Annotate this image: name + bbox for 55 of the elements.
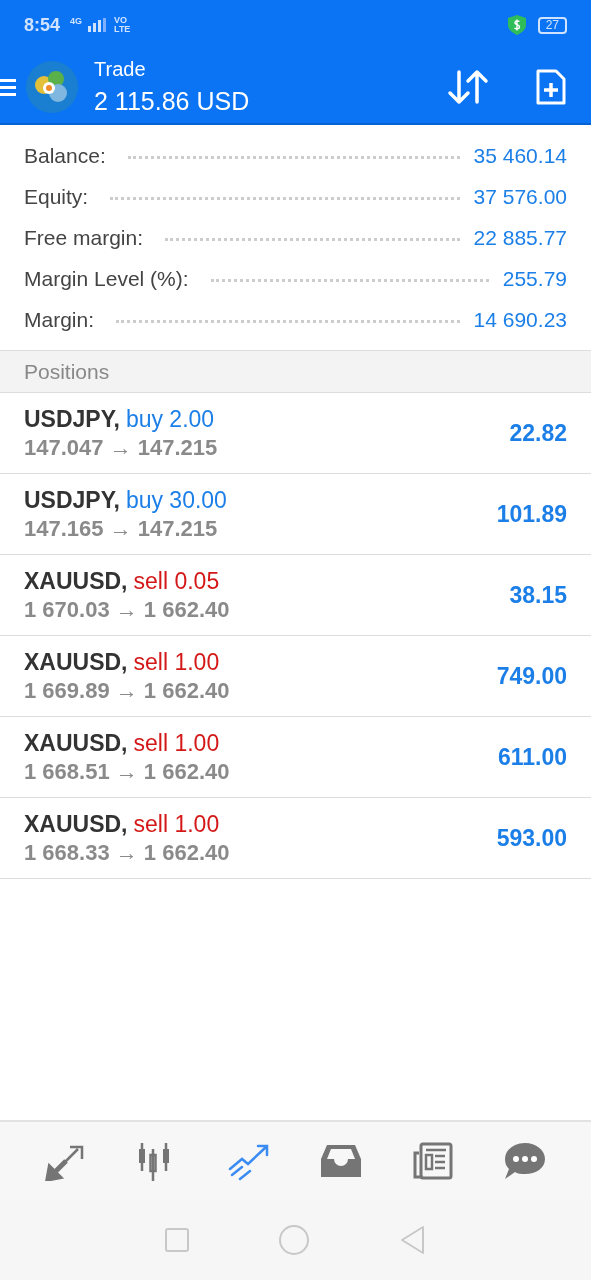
news-tab[interactable] bbox=[411, 1141, 456, 1181]
position-row[interactable]: XAUUSD, sell 1.00 1 669.89 → 1 662.40 749.00 bbox=[0, 636, 591, 717]
price-range: 1 668.33 → 1 662.40 bbox=[24, 839, 231, 866]
symbol: XAUUSD, bbox=[24, 567, 128, 595]
summary-label: Margin: bbox=[24, 307, 95, 332]
price-range: 1 669.89 → 1 662.40 bbox=[24, 677, 231, 704]
price-range: 1 668.51 → 1 662.40 bbox=[24, 758, 231, 785]
order-type: buy 2.00 bbox=[125, 405, 215, 433]
position-row[interactable]: XAUUSD, sell 1.00 1 668.51 → 1 662.40 611.00 bbox=[0, 717, 591, 798]
order-type: sell 1.00 bbox=[133, 648, 220, 676]
summary-value: 14 690.23 bbox=[473, 307, 567, 332]
summary-label: Balance: bbox=[24, 143, 106, 168]
profit-value: 611.00 bbox=[497, 743, 567, 771]
position-row[interactable]: XAUUSD, sell 0.05 1 670.03 → 1 662.40 38.15 bbox=[0, 555, 591, 636]
order-type: sell 1.00 bbox=[133, 729, 220, 757]
summary-label: Free margin: bbox=[24, 225, 144, 250]
shield-icon bbox=[507, 15, 526, 35]
symbol: USDJPY, bbox=[24, 486, 120, 514]
account-balance: 2 115.86 USD bbox=[94, 86, 250, 116]
network-label: 4G bbox=[70, 16, 83, 26]
clock: 8:54 bbox=[24, 14, 61, 36]
order-type: buy 30.00 bbox=[125, 486, 227, 514]
position-row[interactable]: USDJPY, buy 2.00 147.047 → 147.215 22.82 bbox=[0, 393, 591, 474]
profit-value: 593.00 bbox=[496, 824, 567, 852]
summary-value: 35 460.14 bbox=[473, 143, 567, 168]
section-header: Positions bbox=[0, 351, 591, 393]
volte-label: VO LTE bbox=[114, 16, 131, 34]
position-row[interactable]: XAUUSD, sell 1.00 1 668.33 → 1 662.40 593.00 bbox=[0, 798, 591, 879]
price-range: 1 670.03 → 1 662.40 bbox=[24, 596, 231, 623]
symbol: USDJPY, bbox=[24, 405, 120, 433]
symbol: XAUUSD, bbox=[24, 729, 128, 757]
order-type: sell 0.05 bbox=[133, 567, 220, 595]
price-range: 147.047 → 147.215 bbox=[24, 434, 219, 461]
profit-value: 22.82 bbox=[509, 419, 567, 447]
profit-value: 38.15 bbox=[509, 581, 567, 609]
battery-indicator: 27 bbox=[537, 16, 567, 34]
symbol: XAUUSD, bbox=[24, 648, 128, 676]
price-range: 147.165 → 147.215 bbox=[24, 515, 219, 542]
profit-value: 101.89 bbox=[496, 500, 567, 528]
sort-icon[interactable] bbox=[447, 67, 489, 106]
app-logo-icon bbox=[26, 60, 78, 113]
summary-value: 22 885.77 bbox=[473, 225, 567, 250]
signal-icon bbox=[88, 18, 109, 32]
summary-label: Equity: bbox=[24, 184, 89, 209]
symbol: XAUUSD, bbox=[24, 810, 128, 838]
screen-title: Trade bbox=[94, 57, 147, 81]
menu-icon[interactable] bbox=[0, 76, 16, 97]
summary-value: 37 576.00 bbox=[473, 184, 567, 209]
profit-value: 749.00 bbox=[496, 662, 567, 690]
position-row[interactable]: USDJPY, buy 30.00 147.165 → 147.215 101.89 bbox=[0, 474, 591, 555]
chat-tab[interactable] bbox=[503, 1141, 548, 1181]
summary-label: Margin Level (%): bbox=[24, 266, 189, 291]
new-order-icon[interactable] bbox=[535, 67, 567, 106]
order-type: sell 1.00 bbox=[133, 810, 220, 838]
summary-value: 255.79 bbox=[502, 266, 567, 291]
